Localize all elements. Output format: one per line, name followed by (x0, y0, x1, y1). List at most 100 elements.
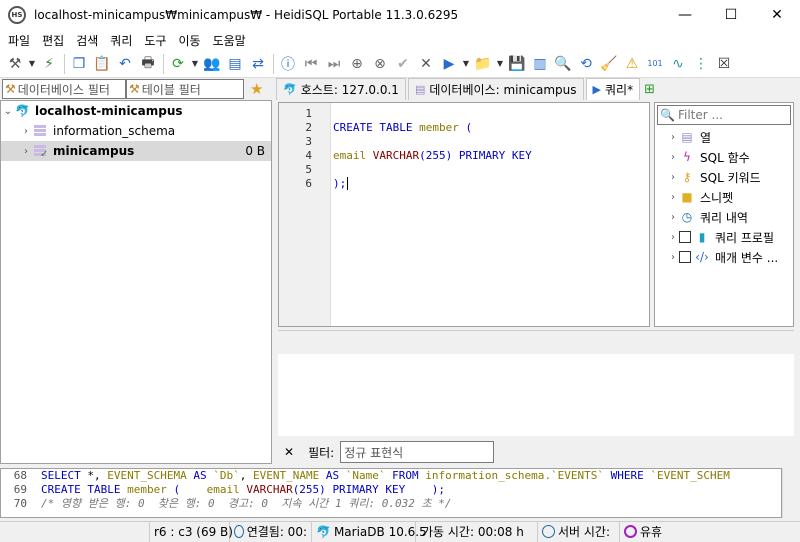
favorite-star-icon[interactable]: ★ (250, 80, 263, 98)
menu-tools[interactable]: 도구 (138, 32, 172, 49)
menu-file[interactable]: 파일 (2, 32, 36, 49)
more-icon[interactable]: ⋮ (690, 53, 712, 75)
database-icon: ▤ (414, 83, 426, 96)
refresh-dropdown-icon[interactable]: ▼ (190, 53, 200, 75)
chevron-right-icon[interactable]: › (667, 152, 679, 163)
clock-icon: ◷ (681, 210, 693, 224)
menu-go[interactable]: 이동 (172, 32, 206, 49)
close-button[interactable]: ✕ (754, 0, 800, 30)
help-icon[interactable]: ⓘ (277, 53, 299, 75)
result-splitter[interactable] (278, 330, 794, 354)
save-snippet-icon[interactable]: ▥ (529, 53, 551, 75)
helper-item-parameters[interactable]: › ‹/› 매개 변수 ... (655, 247, 793, 267)
code-area[interactable]: CREATE TABLE member ( email VARCHAR(255)… (331, 103, 532, 326)
chevron-right-icon[interactable]: › (667, 132, 679, 143)
menu-query[interactable]: 쿼리 (104, 32, 138, 49)
warnings-icon[interactable]: ⚠ (621, 53, 643, 75)
menu-help[interactable]: 도움말 (207, 32, 252, 49)
clock-icon (234, 525, 244, 538)
tab-database[interactable]: ▤ 데이터베이스: minicampus (407, 78, 584, 100)
server-icon: 🐬 (15, 104, 30, 118)
query-profile-checkbox[interactable] (679, 231, 691, 243)
tree-item-minicampus[interactable]: › ✓ minicampus 0 B (1, 141, 271, 161)
helper-item-query-profile[interactable]: › ▮ 쿼리 프로필 (655, 227, 793, 247)
code-line-4: email VARCHAR(255) PRIMARY KEY (333, 149, 532, 162)
connect-icon[interactable]: ⚒ (4, 53, 26, 75)
run-query-icon[interactable]: ▶ (438, 53, 460, 75)
result-grid[interactable] (278, 354, 794, 436)
line-number-gutter: 1 2 3 4 5 6 (279, 103, 331, 326)
toolbar: ⚒ ▼ ⚡ ❐ 📋 ↶ 🖶 ⟳ ▼ 👥 ▤ ⇄ ⓘ ⏮ ⏭ ⊕ ⊗ ✔ ✕ ▶ … (0, 50, 800, 78)
close-filter-icon[interactable]: ✕ (284, 445, 294, 459)
open-file-icon[interactable]: 📁 (472, 53, 494, 75)
last-record-icon[interactable]: ⏭ (323, 53, 345, 75)
refresh-icon[interactable]: ⟳ (167, 53, 189, 75)
regex-filter-input[interactable]: 정규 표현식 (340, 441, 495, 463)
window-title: localhost-minicampus₩minicampus₩ - Heidi… (34, 8, 459, 22)
maximize-button[interactable]: ☐ (708, 0, 754, 30)
run-dropdown-icon[interactable]: ▼ (461, 53, 471, 75)
code-line-6: ); (333, 177, 349, 190)
table-filter-input[interactable]: ⚒ 테이블 필터 (126, 79, 244, 99)
tree-item-information-schema[interactable]: › information_schema (1, 121, 271, 141)
copy-icon[interactable]: ❐ (68, 53, 90, 75)
filter-icon: ⚒ (5, 82, 16, 96)
wrap-icon[interactable]: ∿ (667, 53, 689, 75)
clear-icon[interactable]: 🧹 (598, 53, 620, 75)
database-icon (33, 124, 47, 138)
code-icon: ‹/› (695, 250, 709, 264)
cancel-icon[interactable]: ✕ (415, 53, 437, 75)
chevron-right-icon[interactable]: › (667, 212, 679, 223)
chevron-right-icon[interactable]: › (19, 126, 33, 137)
database-filter-input[interactable]: ⚒ 데이터베이스 필터 (2, 79, 126, 99)
helper-item-snippets[interactable]: › ■ 스니펫 (655, 187, 793, 207)
new-query-tab-icon[interactable]: ⊞ (644, 82, 655, 97)
status-server-time: 서버 시간: (538, 521, 620, 542)
chevron-right-icon[interactable]: › (19, 146, 33, 157)
tab-query[interactable]: ▶ 쿼리* (585, 78, 641, 100)
parameters-checkbox[interactable] (679, 251, 691, 263)
helper-item-query-history[interactable]: › ◷ 쿼리 내역 (655, 207, 793, 227)
import-icon[interactable]: ⇄ (247, 53, 269, 75)
tree-root[interactable]: ⌄ 🐬 localhost-minicampus (1, 101, 271, 121)
paste-icon[interactable]: 📋 (91, 53, 113, 75)
log-scrollbar[interactable] (782, 468, 800, 518)
helper-item-sql-functions[interactable]: › ϟ SQL 함수 (655, 147, 793, 167)
exit-icon[interactable]: ☒ (713, 53, 735, 75)
sql-log[interactable]: 68 SELECT *, EVENT_SCHEMA AS `Db`, EVENT… (0, 468, 782, 518)
disconnect-icon[interactable]: ⚡ (38, 53, 60, 75)
minimize-button[interactable]: — (662, 0, 708, 30)
replace-icon[interactable]: ⟲ (575, 53, 597, 75)
user-manager-icon[interactable]: 👥 (201, 53, 223, 75)
delete-row-icon[interactable]: ⊗ (369, 53, 391, 75)
open-dropdown-icon[interactable]: ▼ (495, 53, 505, 75)
helper-filter-input[interactable]: 🔍 Filter ... (657, 105, 791, 125)
status-idle: 유휴 (620, 522, 666, 542)
print-icon[interactable]: 🖶 (137, 53, 159, 75)
binary-icon[interactable]: 101 (644, 53, 666, 75)
chevron-down-icon[interactable]: ⌄ (1, 106, 15, 117)
sql-editor[interactable]: 1 2 3 4 5 6 CREATE TABLE member ( email … (278, 102, 650, 327)
save-icon[interactable]: 💾 (506, 53, 528, 75)
chevron-right-icon[interactable]: › (667, 232, 679, 243)
helper-item-sql-keywords[interactable]: › ⚷ SQL 키워드 (655, 167, 793, 187)
chevron-right-icon[interactable]: › (667, 172, 679, 183)
tab-host[interactable]: 🐬 호스트: 127.0.0.1 (276, 78, 406, 100)
folder-icon: ■ (681, 190, 693, 204)
menu-search[interactable]: 검색 (70, 32, 104, 49)
menu-edit[interactable]: 편집 (36, 32, 70, 49)
chevron-right-icon[interactable]: › (667, 252, 679, 263)
helper-panel: 🔍 Filter ... › ▤ 열 › ϟ SQL 함수 › ⚷ SQL 키워… (654, 102, 794, 327)
post-icon[interactable]: ✔ (392, 53, 414, 75)
first-record-icon[interactable]: ⏮ (300, 53, 322, 75)
filter-label: 필터: (308, 445, 335, 460)
insert-row-icon[interactable]: ⊕ (346, 53, 368, 75)
helper-item-columns[interactable]: › ▤ 열 (655, 127, 793, 147)
undo-icon[interactable]: ↶ (114, 53, 136, 75)
export-icon[interactable]: ▤ (224, 53, 246, 75)
chevron-right-icon[interactable]: › (667, 192, 679, 203)
find-icon[interactable]: 🔍 (552, 53, 574, 75)
connect-dropdown-icon[interactable]: ▼ (27, 53, 37, 75)
